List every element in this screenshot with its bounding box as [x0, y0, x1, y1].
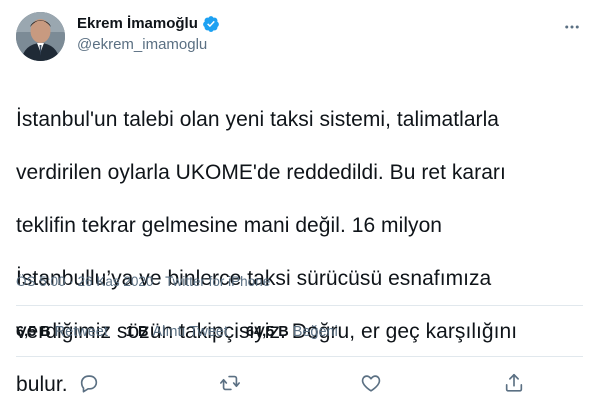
tweet-text: İstanbul'un talebi olan yeni taksi siste…	[16, 80, 586, 408]
likes-stat[interactable]: 64,5 B Beğeni	[246, 322, 338, 342]
meta-separator: ·	[157, 274, 162, 289]
tweet-date[interactable]: 26 Kas 2020	[78, 274, 154, 289]
author-handle[interactable]: @ekrem_imamoglu	[77, 35, 220, 55]
like-icon[interactable]	[356, 368, 386, 398]
author-names: Ekrem İmamoğlu @ekrem_imamoglu	[77, 14, 220, 55]
share-icon[interactable]	[499, 368, 529, 398]
retweet-icon[interactable]	[215, 368, 245, 398]
author-display-name-text: Ekrem İmamoğlu	[77, 15, 198, 32]
tweet-text-line: teklifin tekrar gelmesine mani değil. 16…	[16, 213, 443, 237]
retweets-stat[interactable]: 6,5 B Retweet	[16, 322, 108, 342]
tweet-time[interactable]: ÖS 5:00	[16, 274, 66, 289]
avatar[interactable]	[16, 12, 65, 61]
reply-icon[interactable]	[74, 368, 104, 398]
tweet-header: Ekrem İmamoğlu @ekrem_imamoglu	[16, 12, 583, 64]
divider	[16, 305, 583, 306]
likes-label: Beğeni	[292, 324, 338, 340]
tweet-source[interactable]: Twitter for iPhone	[165, 274, 270, 289]
author-display-name[interactable]: Ekrem İmamoğlu	[77, 14, 220, 34]
tweet-text-line: verdirilen oylarla UKOME'de reddedildi. …	[16, 160, 506, 184]
quotes-label: Alıntı Tweet	[152, 324, 228, 340]
tweet-text-line: İstanbul'un talebi olan yeni taksi siste…	[16, 107, 500, 131]
tweet-actions	[0, 368, 599, 398]
retweets-label: Retweet	[54, 324, 108, 340]
meta-separator: ·	[69, 274, 74, 289]
quotes-stat[interactable]: 1 B Alıntı Tweet	[126, 322, 228, 342]
retweets-count: 6,5 B	[16, 324, 51, 340]
divider	[16, 356, 583, 357]
tweet-card: Ekrem İmamoğlu @ekrem_imamoglu İstanbul'…	[0, 0, 599, 408]
verified-badge-icon	[202, 16, 219, 32]
likes-count: 64,5 B	[245, 324, 289, 340]
tweet-meta: ÖS 5:00 · 26 Kas 2020 · Twitter for iPho…	[16, 272, 270, 292]
more-options-icon[interactable]	[561, 16, 583, 38]
tweet-stats: 6,5 B Retweet 1 B Alıntı Tweet 64,5 B Be…	[16, 322, 338, 342]
quotes-count: 1 B	[125, 324, 149, 340]
avatar-image	[16, 12, 65, 61]
